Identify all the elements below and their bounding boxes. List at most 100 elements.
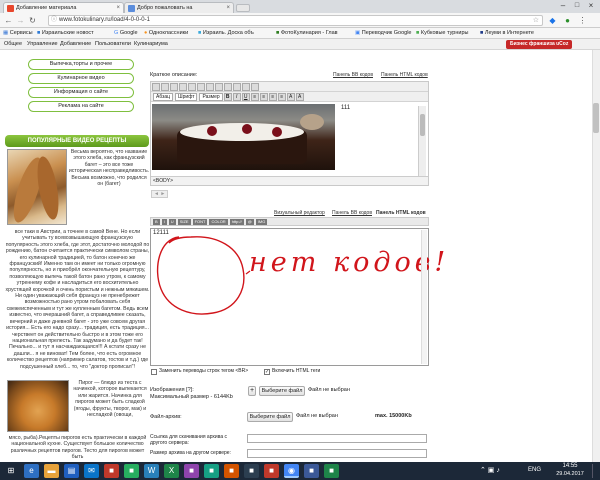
close-window-icon[interactable]: × <box>584 1 598 11</box>
editor-scrollbar[interactable] <box>418 106 426 176</box>
store-icon[interactable]: ▤ <box>64 464 79 478</box>
underline-icon[interactable]: U <box>241 93 250 101</box>
bookmark-item[interactable]: ■ Израиль. Доска объ <box>198 28 254 39</box>
forward-icon[interactable]: → <box>16 16 25 25</box>
admin-menu-item[interactable]: Кулинариума <box>134 39 168 50</box>
sidebar-menu-item[interactable]: Кулинарное видео <box>28 73 134 84</box>
html-codes-panel-link[interactable]: Панель HTML кодов <box>376 210 426 216</box>
smiley-icon[interactable] <box>233 83 241 91</box>
mail-icon[interactable]: ✉ <box>84 464 99 478</box>
size-select[interactable]: Размер <box>199 93 223 101</box>
unlink-icon[interactable] <box>206 83 214 91</box>
start-windows-icon[interactable]: ⊞ <box>3 464 19 478</box>
back-icon[interactable]: ← <box>4 16 13 25</box>
app-icon[interactable]: ■ <box>324 464 339 478</box>
bb-font-button[interactable]: FONT <box>192 219 208 225</box>
align-left-icon[interactable]: ≡ <box>250 93 259 101</box>
textarea-scrollbar[interactable] <box>421 230 427 364</box>
bookmark-item[interactable]: ■ Леуми в Интернете <box>480 28 534 39</box>
app-icon[interactable]: ■ <box>304 464 319 478</box>
page-info-icon[interactable]: ⓘ <box>51 16 57 25</box>
chrome-icon[interactable]: ◉ <box>284 464 299 478</box>
bookmark-item[interactable]: ● Одноклассники <box>144 28 188 39</box>
full-text-textarea[interactable]: 12111 нет кодов! <box>150 228 445 366</box>
remote-link-input[interactable] <box>247 434 427 443</box>
show-desktop-button[interactable] <box>592 464 598 478</box>
bb-codes-panel-link[interactable]: Панель BB кодов <box>332 210 372 216</box>
clock-time[interactable]: 14:55 <box>555 463 585 469</box>
redo-icon[interactable] <box>188 83 196 91</box>
add-image-button[interactable]: + <box>248 386 256 396</box>
menu-icon[interactable]: ⋮ <box>578 16 587 25</box>
bg-color-icon[interactable]: A <box>295 93 304 101</box>
admin-menu-item[interactable]: Добавление <box>60 39 91 50</box>
enable-html-checkbox[interactable]: ✓ <box>264 369 270 375</box>
paste-icon[interactable] <box>170 83 178 91</box>
bookmark-item[interactable]: ▣ Переводчик Google <box>355 28 411 39</box>
extension-icon[interactable]: ● <box>563 16 572 25</box>
app-icon[interactable]: ■ <box>184 464 199 478</box>
cake-image-preview[interactable] <box>152 104 335 170</box>
sidebar-menu-item[interactable]: Выпечка,торты и прочее <box>28 59 134 70</box>
sidebar-menu-item[interactable]: Информация о сайте <box>28 87 134 98</box>
baguette-image[interactable] <box>7 149 67 225</box>
bookmark-item[interactable]: ■ Кубковые турниры <box>416 28 468 39</box>
page-scroll-thumb[interactable] <box>593 103 599 133</box>
app-icon[interactable]: ■ <box>204 464 219 478</box>
bb-codes-panel-link[interactable]: Панель BB кодов <box>333 72 373 78</box>
close-icon[interactable]: × <box>226 3 230 13</box>
minimize-icon[interactable]: – <box>556 1 570 11</box>
replace-br-checkbox[interactable] <box>151 369 157 375</box>
bookmark-item[interactable]: ▦ Сервисы <box>3 28 33 39</box>
bb-color-button[interactable]: COLOR <box>209 219 228 225</box>
app-icon[interactable]: ■ <box>224 464 239 478</box>
app-icon[interactable]: ■ <box>104 464 119 478</box>
clock-date[interactable]: 29.04.2017 <box>550 471 590 477</box>
extension-icon[interactable]: ◆ <box>548 16 557 25</box>
html-source-icon[interactable] <box>251 83 259 91</box>
admin-menu-item[interactable]: Общее <box>4 39 22 50</box>
reload-icon[interactable]: ↻ <box>28 16 37 25</box>
sidebar-menu-item[interactable]: Реклама на сайте <box>28 101 134 112</box>
bb-image-button[interactable]: IMG <box>255 219 268 225</box>
bb-italic-button[interactable]: I <box>161 219 167 225</box>
edge-icon[interactable]: e <box>24 464 39 478</box>
link-icon[interactable] <box>197 83 205 91</box>
html-codes-panel-link[interactable]: Панель HTML кодов <box>381 72 428 78</box>
image-icon[interactable] <box>215 83 223 91</box>
table-icon[interactable] <box>224 83 232 91</box>
excel-icon[interactable]: X <box>164 464 179 478</box>
bookmark-item[interactable]: G Google <box>114 28 138 39</box>
editor-scroll-thumb[interactable] <box>420 114 425 136</box>
close-icon[interactable]: × <box>116 3 120 13</box>
visual-editor-link[interactable]: Визуальный редактор <box>274 210 325 216</box>
tab-active[interactable]: Добавление материала × <box>3 2 124 13</box>
new-tab-button[interactable] <box>236 4 250 12</box>
archive-choose-file-button[interactable]: Выберите файл <box>247 412 293 422</box>
bb-underline-button[interactable]: U <box>168 219 176 225</box>
url-input[interactable]: ⓘ www.fotokulinary.ru/load/4-0-0-0-1 ☆ <box>48 15 543 26</box>
bookmark-item[interactable]: ■ ФотоКулинария - Глав <box>276 28 338 39</box>
remote-size-input[interactable] <box>247 449 427 458</box>
align-center-icon[interactable]: ≡ <box>259 93 268 101</box>
language-indicator[interactable]: ENG <box>528 467 541 473</box>
undo-icon[interactable] <box>179 83 187 91</box>
tab-inactive[interactable]: Добро пожаловать на × <box>124 2 234 13</box>
app-icon[interactable]: ■ <box>124 464 139 478</box>
style-select[interactable]: Абзац <box>153 93 174 101</box>
bold-icon[interactable]: B <box>223 93 232 101</box>
bookmark-item[interactable]: ■ Израильские новост <box>37 28 94 39</box>
justify-icon[interactable]: ≡ <box>277 93 286 101</box>
bb-bold-button[interactable]: B <box>153 219 160 225</box>
cut-icon[interactable] <box>152 83 160 91</box>
app-icon[interactable]: ■ <box>264 464 279 478</box>
copy-icon[interactable] <box>161 83 169 91</box>
bb-url-button[interactable]: http:// <box>229 219 244 225</box>
app-icon[interactable]: ■ <box>244 464 259 478</box>
bb-email-button[interactable]: @ <box>245 219 254 225</box>
pie-image[interactable] <box>7 380 69 432</box>
file-explorer-icon[interactable]: ▬ <box>44 464 59 478</box>
tray-icons[interactable]: ⌃ ▣ ♪ <box>480 466 500 474</box>
word-icon[interactable]: W <box>144 464 159 478</box>
star-icon[interactable]: ☆ <box>533 16 539 25</box>
